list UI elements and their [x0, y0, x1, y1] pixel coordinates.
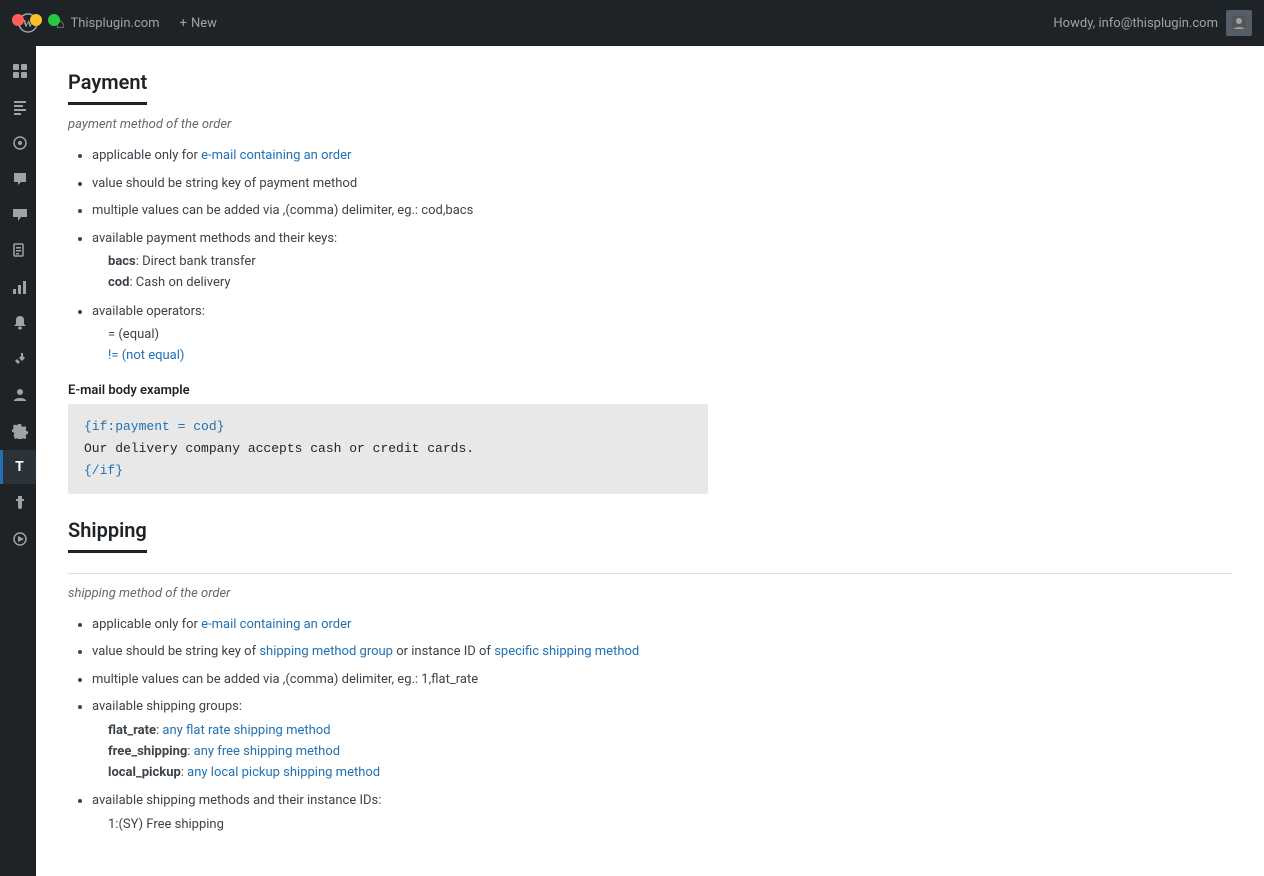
shipping-ids-indent: 1:(SY) Free shipping [108, 815, 1232, 836]
traffic-light-yellow[interactable] [30, 14, 42, 26]
list-item: multiple values can be added via ,(comma… [92, 201, 1232, 221]
shipping-section: Shipping shipping method of the order ap… [68, 518, 1232, 836]
sidebar-item-notifications[interactable] [0, 306, 36, 340]
shipping-subtitle: shipping method of the order [68, 586, 1232, 601]
shipping-method-group-link[interactable]: shipping method group [259, 644, 393, 659]
sidebar-item-play[interactable] [0, 522, 36, 556]
list-item: = (equal) [108, 327, 159, 342]
email-order-link[interactable]: e-mail containing an order [201, 148, 351, 163]
admin-bar-right: Howdy, info@thisplugin.com [1053, 10, 1252, 36]
not-equal-link[interactable]: != (not equal) [108, 348, 184, 363]
layout: T Payment payment method of the order ap… [0, 46, 1264, 876]
list-item: free_shipping: any free shipping method [108, 744, 340, 759]
sidebar-item-dashboard[interactable] [0, 54, 36, 88]
sidebar-item-tools[interactable] [0, 342, 36, 376]
sidebar-item-plugins[interactable] [0, 486, 36, 520]
howdy-text: Howdy, info@thisplugin.com [1053, 16, 1218, 31]
specific-shipping-method-link[interactable]: specific shipping method [494, 644, 639, 659]
list-item: local_pickup: any local pickup shipping … [108, 765, 380, 780]
sidebar-item-analytics[interactable] [0, 270, 36, 304]
shipping-divider [68, 573, 1232, 574]
local-pickup-link[interactable]: any local pickup shipping method [187, 765, 380, 780]
list-item: 1:(SY) Free shipping [108, 817, 224, 832]
avatar[interactable] [1226, 10, 1252, 36]
new-label: New [191, 16, 217, 31]
plugin-t-label: T [15, 459, 24, 475]
sidebar-item-pages[interactable] [0, 234, 36, 268]
content-area: Payment payment method of the order appl… [36, 46, 1264, 876]
payment-code-block: {if:payment = cod} Our delivery company … [68, 404, 708, 494]
list-item: multiple values can be added via ,(comma… [92, 670, 1232, 690]
payment-bullets: applicable only for e-mail containing an… [92, 146, 1232, 367]
plus-icon: + [180, 16, 187, 31]
payment-methods-indent: bacs: Direct bank transfer cod: Cash on … [108, 252, 1232, 294]
flat-rate-link[interactable]: any flat rate shipping method [162, 723, 330, 738]
new-content-button[interactable]: + New [172, 16, 225, 31]
list-item: value should be string key of shipping m… [92, 642, 1232, 662]
list-item: available shipping methods and their ins… [92, 791, 1232, 835]
list-item: flat_rate: any flat rate shipping method [108, 723, 331, 738]
sidebar-item-posts[interactable] [0, 90, 36, 124]
main-content: Payment payment method of the order appl… [36, 46, 1264, 876]
list-item: available operators: = (equal) != (not e… [92, 302, 1232, 367]
sidebar-item-comments[interactable] [0, 162, 36, 196]
operators-indent: = (equal) != (not equal) [108, 325, 1232, 367]
shipping-title: Shipping [68, 518, 147, 553]
sidebar-item-users[interactable] [0, 378, 36, 412]
payment-section: Payment payment method of the order appl… [68, 70, 1232, 494]
traffic-light-red[interactable] [12, 14, 24, 26]
list-item: cod: Cash on delivery [108, 275, 231, 290]
list-item: applicable only for e-mail containing an… [92, 615, 1232, 635]
payment-title: Payment [68, 70, 147, 105]
shipping-email-order-link[interactable]: e-mail containing an order [201, 617, 351, 632]
admin-bar: W ⌂ Thisplugin.com + New Howdy, info@thi… [0, 0, 1264, 46]
list-item: value should be string key of payment me… [92, 174, 1232, 194]
sidebar-item-woocommerce[interactable] [0, 198, 36, 232]
list-item: available payment methods and their keys… [92, 229, 1232, 294]
free-shipping-link[interactable]: any free shipping method [194, 744, 340, 759]
shipping-groups-indent: flat_rate: any flat rate shipping method… [108, 721, 1232, 783]
sidebar-item-plugin-t[interactable]: T [0, 450, 36, 484]
list-item: != (not equal) [108, 348, 184, 363]
traffic-light-green[interactable] [48, 14, 60, 26]
sidebar-item-media[interactable] [0, 126, 36, 160]
example-label: E-mail body example [68, 383, 1232, 398]
list-item: available shipping groups: flat_rate: an… [92, 697, 1232, 783]
traffic-lights [12, 14, 60, 26]
site-name: Thisplugin.com [70, 16, 159, 31]
list-item: applicable only for e-mail containing an… [92, 146, 1232, 166]
shipping-bullets: applicable only for e-mail containing an… [92, 615, 1232, 836]
list-item: bacs: Direct bank transfer [108, 254, 256, 269]
payment-subtitle: payment method of the order [68, 117, 1232, 132]
sidebar-item-settings[interactable] [0, 414, 36, 448]
sidebar: T [0, 46, 36, 876]
site-link[interactable]: ⌂ Thisplugin.com [48, 15, 168, 32]
